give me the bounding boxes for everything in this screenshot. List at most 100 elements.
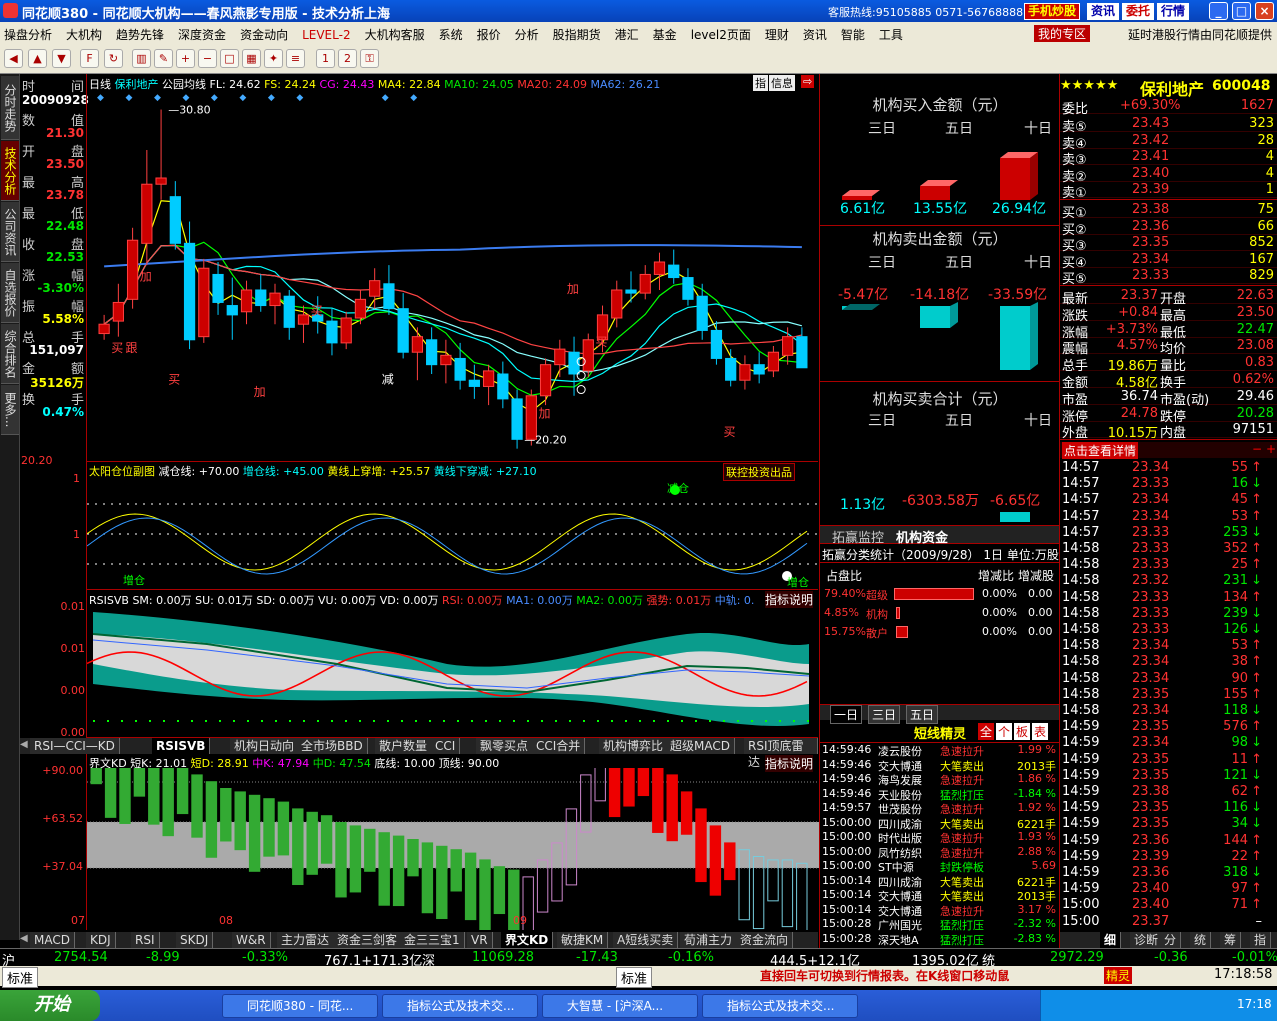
detail-button[interactable]: 点击查看详情 <box>1062 442 1139 459</box>
taskbar-task[interactable]: 指标公式及技术交... <box>702 994 858 1018</box>
menu-item[interactable]: 资讯 <box>803 28 827 42</box>
short-row[interactable]: 14:59:57 世茂股份 急速拉升 1.92 % <box>820 801 1060 816</box>
indicator-tab[interactable]: 机构日动向 <box>230 738 300 754</box>
short-filter-button[interactable]: 个 <box>996 723 1013 740</box>
down-icon[interactable]: ▼ <box>52 49 71 68</box>
tab-institution-funds[interactable]: 机构资金 <box>896 527 948 546</box>
menu-item[interactable]: 深度资金 <box>178 28 226 42</box>
tab-tuoying[interactable]: 拓赢监控 <box>832 527 884 546</box>
right-tab[interactable]: 筹 <box>1220 932 1242 948</box>
indicator-tab[interactable]: W&R <box>232 932 271 948</box>
quote-button[interactable]: 行情 <box>1157 3 1190 20</box>
jinling-button[interactable]: 精灵 <box>1104 967 1133 984</box>
right-tab[interactable]: 诊断 <box>1130 932 1164 948</box>
short-row[interactable]: 15:00:28 广州国光 猛烈打压 -2.32 % <box>820 917 1060 932</box>
taskbar-task[interactable]: 指标公式及技术交... <box>382 994 538 1018</box>
indicator-tab[interactable]: CCI合并 <box>532 738 586 754</box>
short-filter-button[interactable]: 全 <box>978 723 995 740</box>
minimize-icon[interactable]: _ <box>1209 2 1228 20</box>
maximize-icon[interactable]: □ <box>1232 2 1251 20</box>
layout-icon[interactable]: ▦ <box>242 49 261 68</box>
minus-icon[interactable]: − <box>1252 442 1262 456</box>
indicator-tab[interactable]: 荀浦主力 <box>680 932 738 948</box>
indicator-tab[interactable]: RSI <box>131 932 160 948</box>
short-row[interactable]: 14:59:46 交大博通 大笔卖出 2013手 <box>820 758 1060 773</box>
kd-subchart[interactable]: 界文KD 短K: 21.01 短D: 28.91 中K: 47.94 中D: 4… <box>42 754 819 930</box>
menu-item[interactable]: 资金动向 <box>240 28 288 42</box>
menu-item[interactable]: 报价 <box>477 28 501 42</box>
short-row[interactable]: 15:00:14 交大博通 大笔卖出 2013手 <box>820 888 1060 903</box>
menu-item[interactable]: 工具 <box>879 28 903 42</box>
export-icon[interactable]: ⇨ <box>801 75 815 88</box>
menu-item[interactable]: 大机构 <box>66 28 102 42</box>
right-tab[interactable]: 统 <box>1190 932 1212 948</box>
right-tab[interactable]: 细 <box>1100 932 1122 948</box>
start-button[interactable]: 开始 <box>0 990 100 1021</box>
taskbar-task[interactable]: 大智慧 - [沪深A... <box>542 994 698 1018</box>
indicator-tab[interactable]: 飘零买点 <box>476 738 534 754</box>
indicator-tab[interactable]: 敏捷KM <box>557 932 609 948</box>
my-area-button[interactable]: 我的专区 <box>1034 25 1091 42</box>
back-icon[interactable]: ◀ <box>4 49 23 68</box>
left-tab[interactable]: 自选报价 <box>1 263 19 323</box>
indicator-tab[interactable]: A短线买卖 <box>613 932 679 948</box>
short-filter-button[interactable]: 板 <box>1014 723 1031 740</box>
std-button-2[interactable]: 标准 <box>616 967 653 988</box>
right-tab[interactable]: 指 <box>1250 932 1272 948</box>
indicator-tab[interactable]: RSISVB <box>152 738 211 754</box>
menu-item[interactable]: 股指期货 <box>553 28 601 42</box>
f10-icon[interactable]: F <box>80 49 99 68</box>
kline-icon[interactable]: ▥ <box>132 49 151 68</box>
left-tab[interactable]: 更多... <box>1 385 19 435</box>
taskbar-task[interactable]: 同花顺380 - 同花... <box>222 994 378 1018</box>
indicator-tab[interactable]: RSI顶底雷达 <box>744 738 818 769</box>
menu-item[interactable]: 基金 <box>653 28 677 42</box>
indicator-tab[interactable]: CCI <box>431 738 461 754</box>
position-subchart[interactable]: 太阳仓位副图 减仓线: +70.00 增仓线: +45.00 黄线上穿增: +2… <box>73 462 819 590</box>
lock-icon[interactable]: ⚿ <box>360 49 379 68</box>
plus-icon[interactable]: + <box>1266 442 1276 456</box>
menu-item[interactable]: 分析 <box>515 28 539 42</box>
menu-item[interactable]: level2页面 <box>691 28 751 42</box>
menu-item[interactable]: 趋势先锋 <box>116 28 164 42</box>
indicator-tab[interactable]: RSI—CCI—KD <box>30 738 120 754</box>
level1-icon[interactable]: 1 <box>316 49 335 68</box>
short-row[interactable]: 14:59:46 海鸟发展 急速拉升 1.86 % <box>820 772 1060 787</box>
short-row[interactable]: 15:00:00 四川成渝 大笔卖出 6221手 <box>820 816 1060 831</box>
kline-chart[interactable]: 日线 保利地产 公园均线 FL: 24.62 FS: 24.24 CG: 24.… <box>21 74 818 467</box>
up-icon[interactable]: ▲ <box>28 49 47 68</box>
short-row[interactable]: 14:59:46 天业股份 猛烈打压 -1.84 % <box>820 787 1060 802</box>
menu-item[interactable]: 理财 <box>765 28 789 42</box>
indicator-tab[interactable]: 金三三宝1 <box>400 932 465 948</box>
window-icon[interactable]: □ <box>220 49 239 68</box>
news-button[interactable]: 资讯 <box>1087 3 1120 20</box>
rsisvb-subchart[interactable]: RSISVB SM: 0.00万 SU: 0.01万 SD: 0.00万 VU:… <box>61 590 818 739</box>
short-row[interactable]: 14:59:46 凌云股份 急速拉升 1.99 % <box>820 743 1060 758</box>
short-row[interactable]: 15:00:00 凤竹纺织 急速拉升 2.88 % <box>820 845 1060 860</box>
tab-scroll-left-icon[interactable]: ◀ <box>20 933 28 944</box>
phone-trade-button[interactable]: 手机炒股 <box>1024 3 1081 20</box>
db-icon[interactable]: ≡ <box>286 49 305 68</box>
std-button-1[interactable]: 标准 <box>2 967 39 988</box>
indicator-tab[interactable]: KDJ <box>86 932 116 948</box>
short-row[interactable]: 15:00:28 深天地A 猛烈打压 -2.83 % <box>820 932 1060 947</box>
menu-item[interactable]: 智能 <box>841 28 865 42</box>
indicator-tab[interactable]: 全市场BBD <box>297 738 368 754</box>
indicator-tab[interactable]: 超级MACD <box>666 738 735 754</box>
indicator-tab[interactable]: 资金流向 <box>736 932 794 948</box>
indicator-tab[interactable]: 机构博弈比 <box>599 738 669 754</box>
menu-item[interactable]: 操盘分析 <box>4 28 52 42</box>
menu-item[interactable]: 港汇 <box>615 28 639 42</box>
draw-icon[interactable]: ✎ <box>154 49 173 68</box>
indicator-tab[interactable]: MACD <box>30 932 75 948</box>
right-tab[interactable]: 分 <box>1160 932 1182 948</box>
level2-icon[interactable]: 2 <box>338 49 357 68</box>
left-tab[interactable]: 分时走势 <box>1 76 19 140</box>
close-icon[interactable]: × <box>1255 2 1274 20</box>
short-row[interactable]: 15:00:00 时代出版 急速拉升 1.93 % <box>820 830 1060 845</box>
short-row[interactable]: 15:00:00 ST中源 封跌停板 5.69 <box>820 859 1060 874</box>
tag-icon[interactable]: ✦ <box>264 49 283 68</box>
indicator-tab[interactable]: 主力雷达 <box>277 932 335 948</box>
left-tab[interactable]: 技术分析 <box>1 141 19 201</box>
indicator-tab[interactable]: SKDJ <box>176 932 214 948</box>
